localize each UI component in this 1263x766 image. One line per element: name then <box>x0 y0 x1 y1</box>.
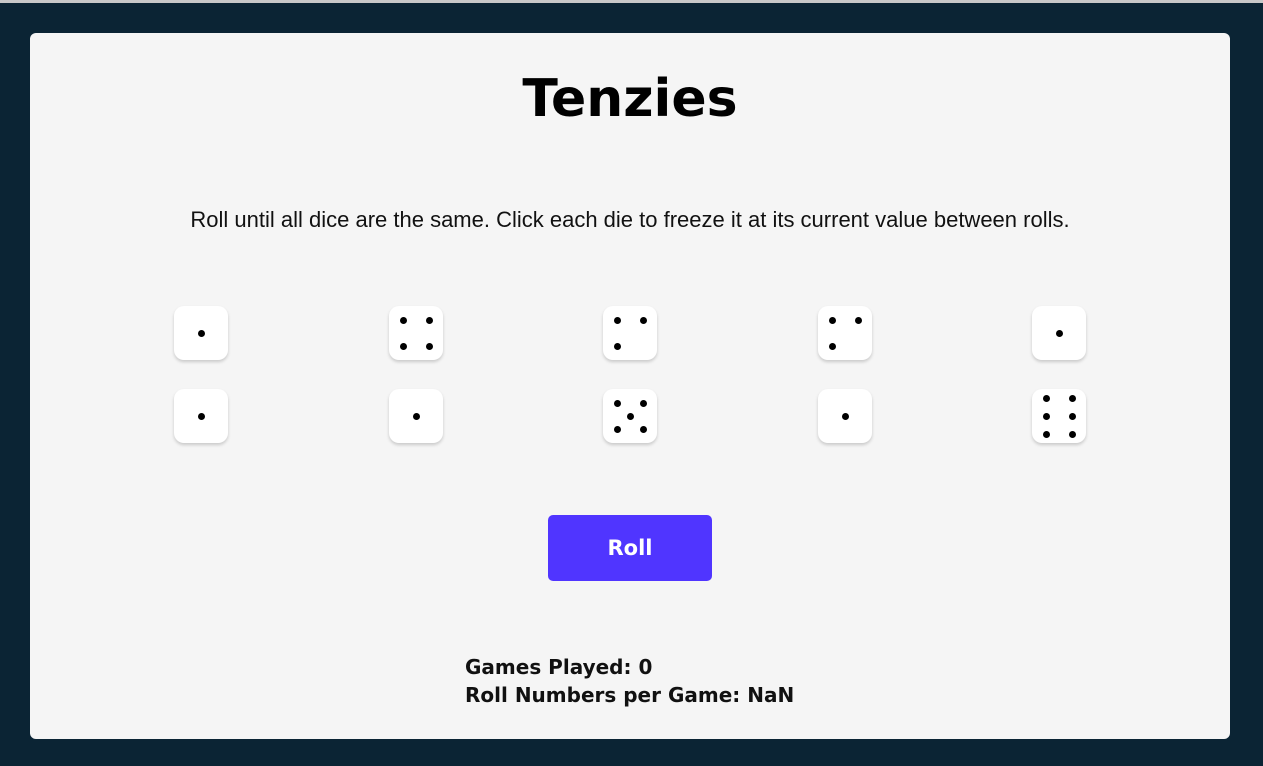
roll-button[interactable]: Roll <box>548 515 712 581</box>
die-pip <box>639 425 647 433</box>
die-1[interactable] <box>174 306 228 360</box>
instructions-text: Roll until all dice are the same. Click … <box>190 207 1070 232</box>
die-pip <box>1042 394 1050 402</box>
die-pip <box>412 412 420 420</box>
die-pip <box>613 342 621 350</box>
die-pip <box>399 316 407 324</box>
die-pip <box>613 425 621 433</box>
games-played-line: Games Played: 0 <box>465 653 794 681</box>
game-board: Tenzies Roll until all dice are the same… <box>30 33 1230 739</box>
die-3[interactable] <box>603 306 657 360</box>
die-pip <box>854 316 862 324</box>
die-pip <box>197 412 205 420</box>
die-7[interactable] <box>389 389 443 443</box>
roll-numbers-label: Roll Numbers per Game: <box>465 683 741 707</box>
roll-numbers-value: NaN <box>747 683 795 707</box>
die-pip <box>197 329 205 337</box>
die-pip <box>425 342 433 350</box>
die-2[interactable] <box>389 306 443 360</box>
die-pip <box>841 412 849 420</box>
die-pip <box>425 316 433 324</box>
die-pip <box>1068 394 1076 402</box>
die-pip <box>613 399 621 407</box>
stats-panel: Games Played: 0 Roll Numbers per Game: N… <box>465 653 794 709</box>
die-pip <box>639 399 647 407</box>
die-pip <box>626 412 634 420</box>
die-10[interactable] <box>1032 389 1086 443</box>
games-played-value: 0 <box>638 655 653 679</box>
die-pip <box>399 342 407 350</box>
die-6[interactable] <box>174 389 228 443</box>
die-8[interactable] <box>603 389 657 443</box>
die-4[interactable] <box>818 306 872 360</box>
die-pip <box>1068 430 1076 438</box>
die-5[interactable] <box>1032 306 1086 360</box>
die-pip <box>1068 412 1076 420</box>
games-played-label: Games Played: <box>465 655 632 679</box>
die-pip <box>1042 412 1050 420</box>
die-pip <box>1042 430 1050 438</box>
die-pip <box>639 316 647 324</box>
page-title: Tenzies <box>522 69 738 129</box>
die-pip <box>1055 329 1063 337</box>
die-pip <box>828 342 836 350</box>
roll-numbers-line: Roll Numbers per Game: NaN <box>465 681 794 709</box>
die-pip <box>613 316 621 324</box>
die-9[interactable] <box>818 389 872 443</box>
die-pip <box>828 316 836 324</box>
